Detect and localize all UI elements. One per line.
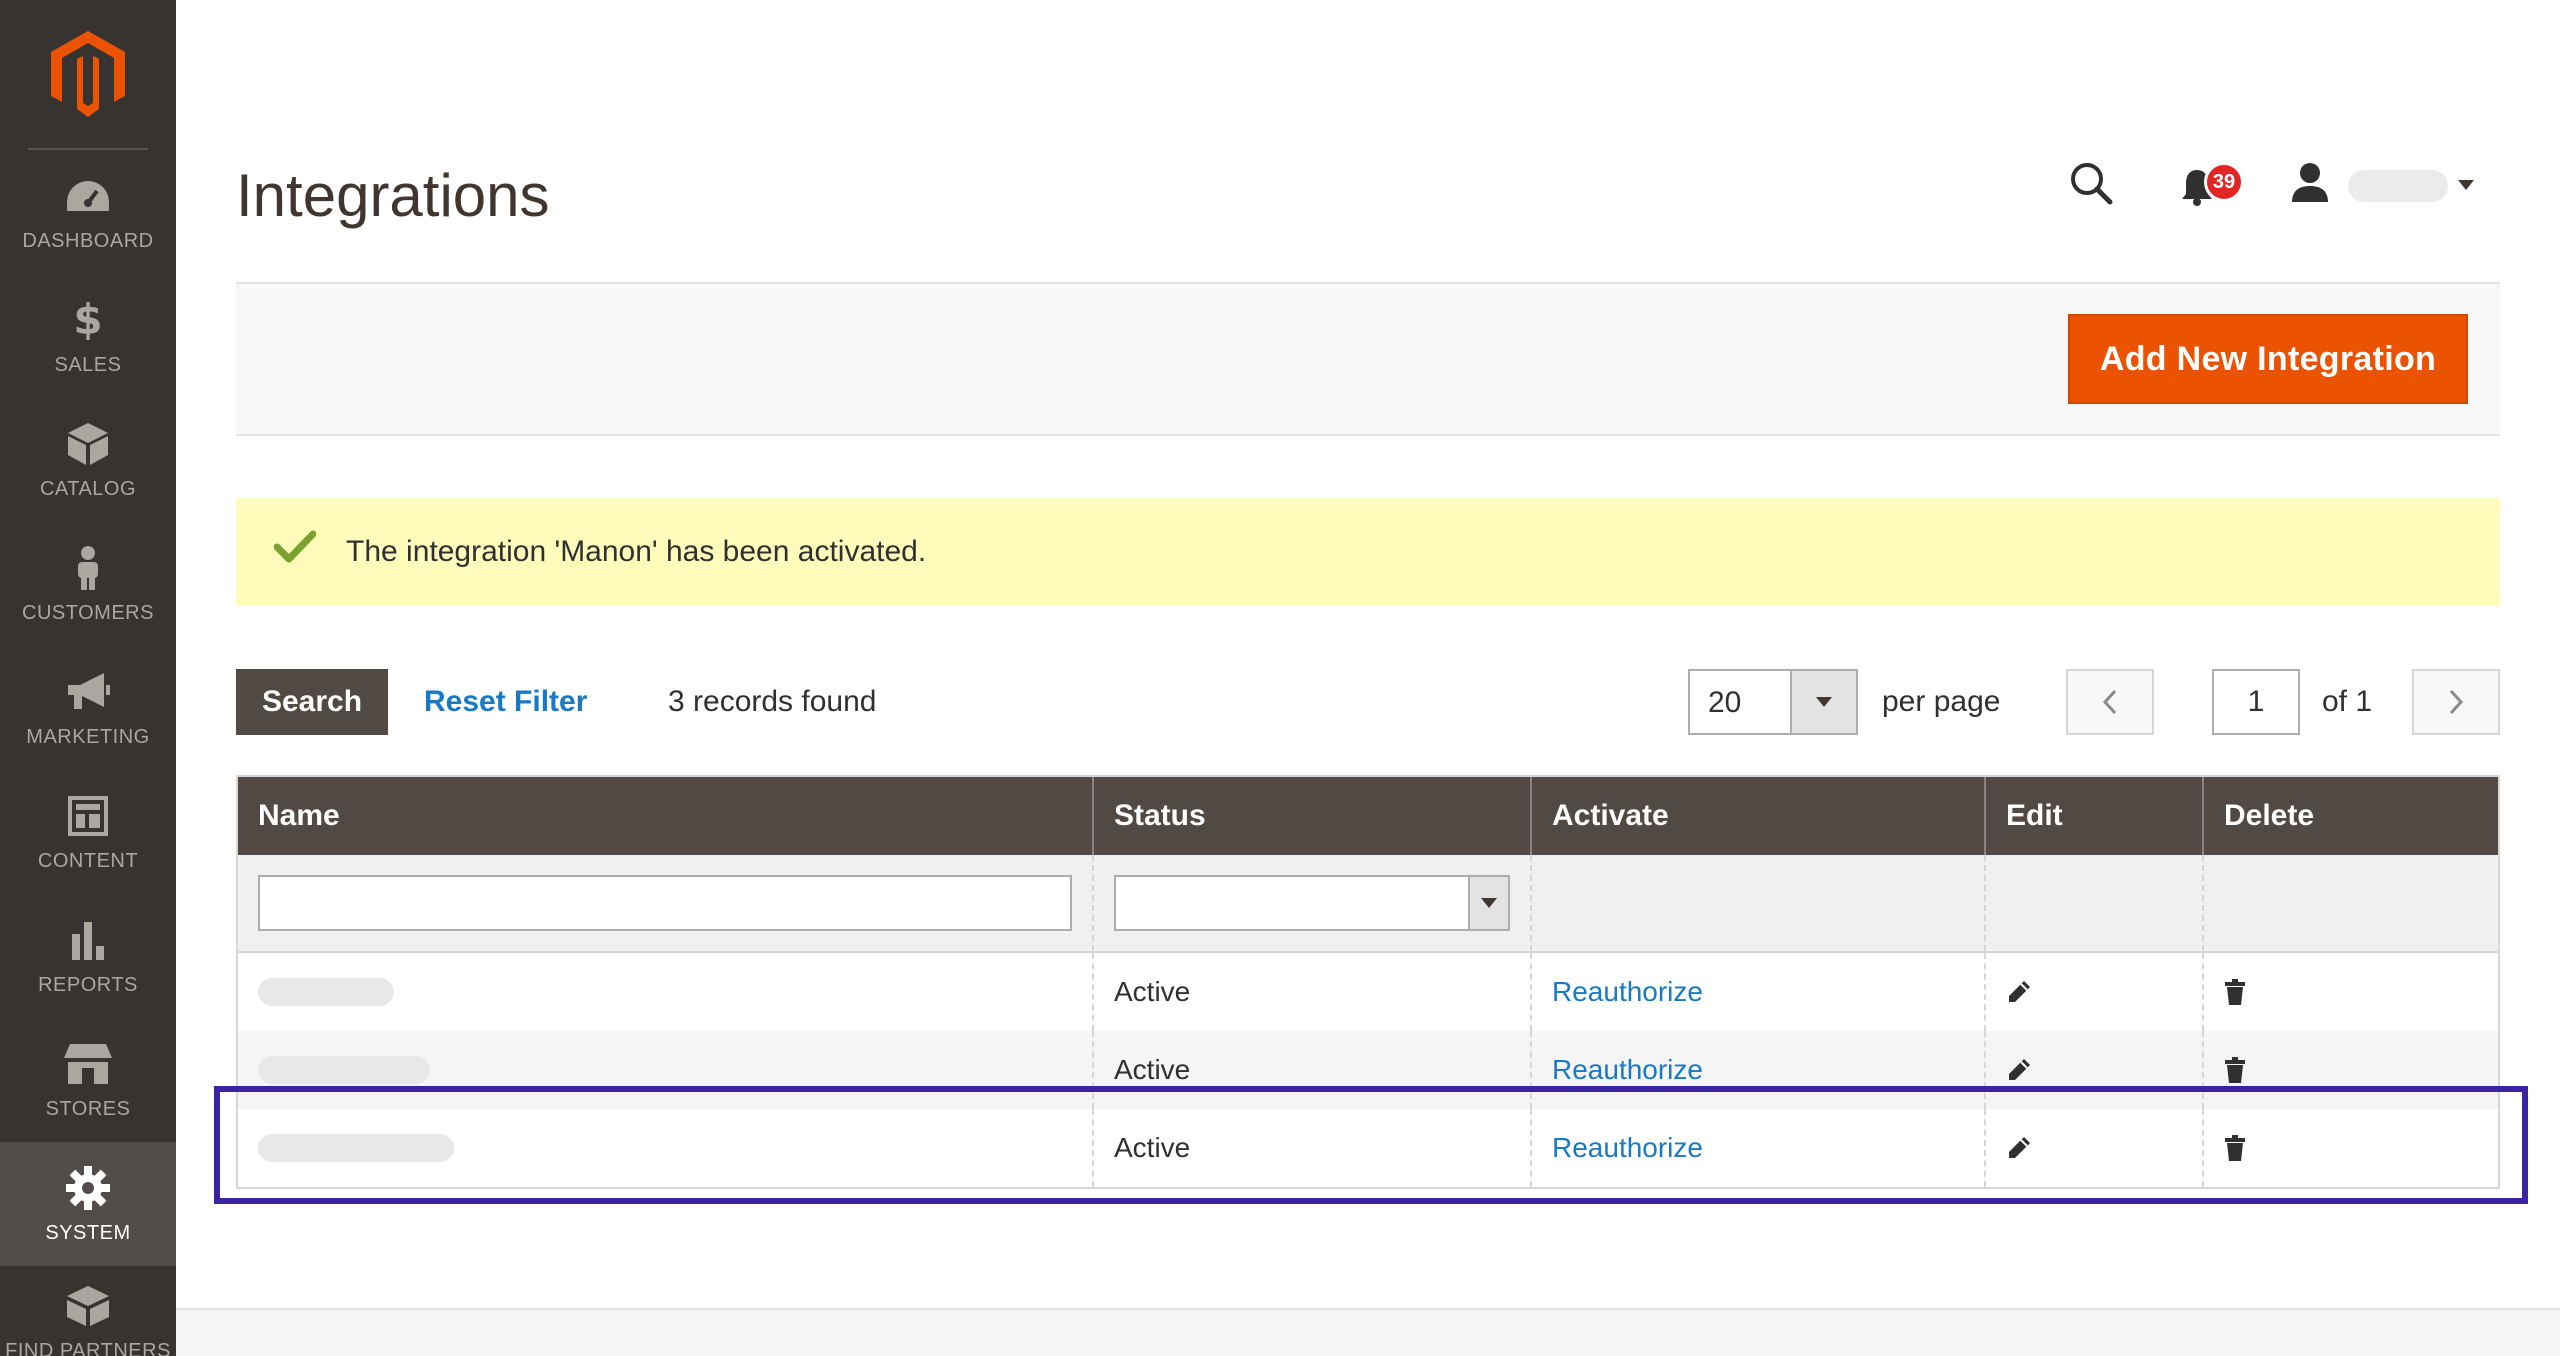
nav-marketing[interactable]: MARKETING bbox=[0, 646, 176, 770]
add-new-integration-button[interactable]: Add New Integration bbox=[2068, 314, 2468, 404]
person-icon bbox=[64, 544, 112, 592]
next-page-button[interactable] bbox=[2412, 669, 2500, 735]
status-filter-toggle[interactable] bbox=[1468, 877, 1508, 929]
trash-icon[interactable] bbox=[2224, 979, 2246, 1005]
speedometer-icon bbox=[64, 172, 112, 220]
page-title: Integrations bbox=[236, 162, 550, 229]
nav-label: CUSTOMERS bbox=[22, 601, 154, 624]
filter-cell-empty bbox=[2204, 855, 2498, 951]
magento-logo[interactable] bbox=[0, 0, 176, 148]
nav-label: FIND PARTNERS bbox=[5, 1340, 171, 1356]
nav-customers[interactable]: CUSTOMERS bbox=[0, 522, 176, 646]
user-name-redacted[interactable] bbox=[2348, 170, 2448, 202]
page-count: of 1 bbox=[2322, 685, 2373, 718]
column-header-edit: Edit bbox=[1986, 777, 2204, 855]
nav-stores[interactable]: STORES bbox=[0, 1018, 176, 1142]
megaphone-icon bbox=[64, 668, 112, 716]
column-header-activate: Activate bbox=[1532, 777, 1986, 855]
nav-find-partners[interactable]: FIND PARTNERS bbox=[0, 1266, 176, 1356]
magento-logo-icon bbox=[51, 31, 125, 117]
box-icon bbox=[64, 420, 112, 468]
page-footer bbox=[176, 1308, 2560, 1356]
storefront-icon bbox=[64, 1040, 112, 1088]
nav-label: REPORTS bbox=[38, 973, 138, 996]
delete-cell bbox=[2204, 953, 2498, 1031]
nav-label: CONTENT bbox=[37, 849, 139, 872]
success-message: The integration 'Manon' has been activat… bbox=[236, 498, 2500, 606]
gear-icon bbox=[64, 1164, 112, 1212]
activate-cell: Reauthorize bbox=[1532, 953, 1986, 1031]
name-cell bbox=[238, 953, 1094, 1031]
nav-dashboard[interactable]: DASHBOARD bbox=[0, 150, 176, 274]
chevron-down-icon bbox=[1481, 898, 1497, 908]
filter-cell-empty bbox=[1986, 855, 2204, 951]
admin-sidebar: DASHBOARD $ SALES CATALOG CUSTOMERS MARK… bbox=[0, 0, 176, 1356]
column-header-name[interactable]: Name bbox=[238, 777, 1094, 855]
nav-system[interactable]: SYSTEM bbox=[0, 1142, 176, 1266]
status-cell: Active bbox=[1094, 953, 1532, 1031]
reauthorize-link[interactable]: Reauthorize bbox=[1552, 976, 1703, 1008]
name-redacted bbox=[258, 978, 394, 1006]
nav-reports[interactable]: REPORTS bbox=[0, 894, 176, 1018]
user-icon[interactable] bbox=[2290, 162, 2330, 207]
nav-label: DASHBOARD bbox=[22, 229, 154, 252]
current-page-input[interactable]: 1 bbox=[2212, 669, 2300, 735]
per-page-label: per page bbox=[1882, 685, 2001, 718]
table-row: Active Reauthorize bbox=[238, 953, 2498, 1031]
reset-filter-link[interactable]: Reset Filter bbox=[424, 682, 587, 722]
grid-header-row: Name Status Activate Edit Delete bbox=[238, 777, 2498, 855]
dollar-icon: $ bbox=[73, 295, 103, 344]
filter-cell-status bbox=[1094, 855, 1532, 951]
blocks-icon bbox=[64, 1282, 112, 1330]
pencil-icon[interactable] bbox=[2006, 1057, 2032, 1083]
per-page-select[interactable]: 20 bbox=[1688, 669, 1858, 735]
nav-catalog[interactable]: CATALOG bbox=[0, 398, 176, 522]
message-text: The integration 'Manon' has been activat… bbox=[346, 535, 927, 568]
search-icon[interactable] bbox=[2068, 160, 2114, 211]
search-button[interactable]: Search bbox=[236, 669, 388, 735]
chevron-left-icon bbox=[2102, 689, 2117, 715]
nav-label: MARKETING bbox=[26, 725, 150, 748]
chevron-down-icon bbox=[1816, 697, 1832, 707]
notification-badge[interactable]: 39 bbox=[2204, 162, 2244, 202]
grid-filter-row bbox=[238, 855, 2498, 953]
per-page-value: 20 bbox=[1708, 686, 1742, 719]
nav-content[interactable]: CONTENT bbox=[0, 770, 176, 894]
chevron-right-icon bbox=[2449, 689, 2464, 715]
records-found: 3 records found bbox=[668, 685, 877, 718]
column-header-delete: Delete bbox=[2224, 799, 2315, 832]
name-redacted bbox=[258, 1056, 430, 1084]
nav-label: SALES bbox=[54, 353, 122, 376]
nav-label: STORES bbox=[45, 1097, 131, 1120]
filter-cell-empty bbox=[1532, 855, 1986, 951]
nav-label: SYSTEM bbox=[45, 1221, 131, 1244]
reauthorize-link[interactable]: Reauthorize bbox=[1552, 1054, 1703, 1086]
layout-icon bbox=[64, 792, 112, 840]
trash-icon[interactable] bbox=[2224, 1057, 2246, 1083]
checkmark-icon bbox=[273, 530, 317, 569]
nav-sales[interactable]: $ SALES bbox=[0, 274, 176, 398]
pencil-icon[interactable] bbox=[2006, 979, 2032, 1005]
column-header-status[interactable]: Status bbox=[1094, 777, 1532, 855]
chevron-down-icon[interactable] bbox=[2458, 180, 2474, 190]
per-page-toggle[interactable] bbox=[1790, 671, 1856, 733]
nav-label: CATALOG bbox=[39, 477, 137, 500]
previous-page-button[interactable] bbox=[2066, 669, 2154, 735]
highlight-box bbox=[214, 1086, 2528, 1204]
name-filter-input[interactable] bbox=[258, 875, 1072, 931]
status-filter-select[interactable] bbox=[1114, 875, 1510, 931]
edit-cell bbox=[1986, 953, 2204, 1031]
bar-chart-icon bbox=[64, 916, 112, 964]
filter-cell-name bbox=[238, 855, 1094, 951]
